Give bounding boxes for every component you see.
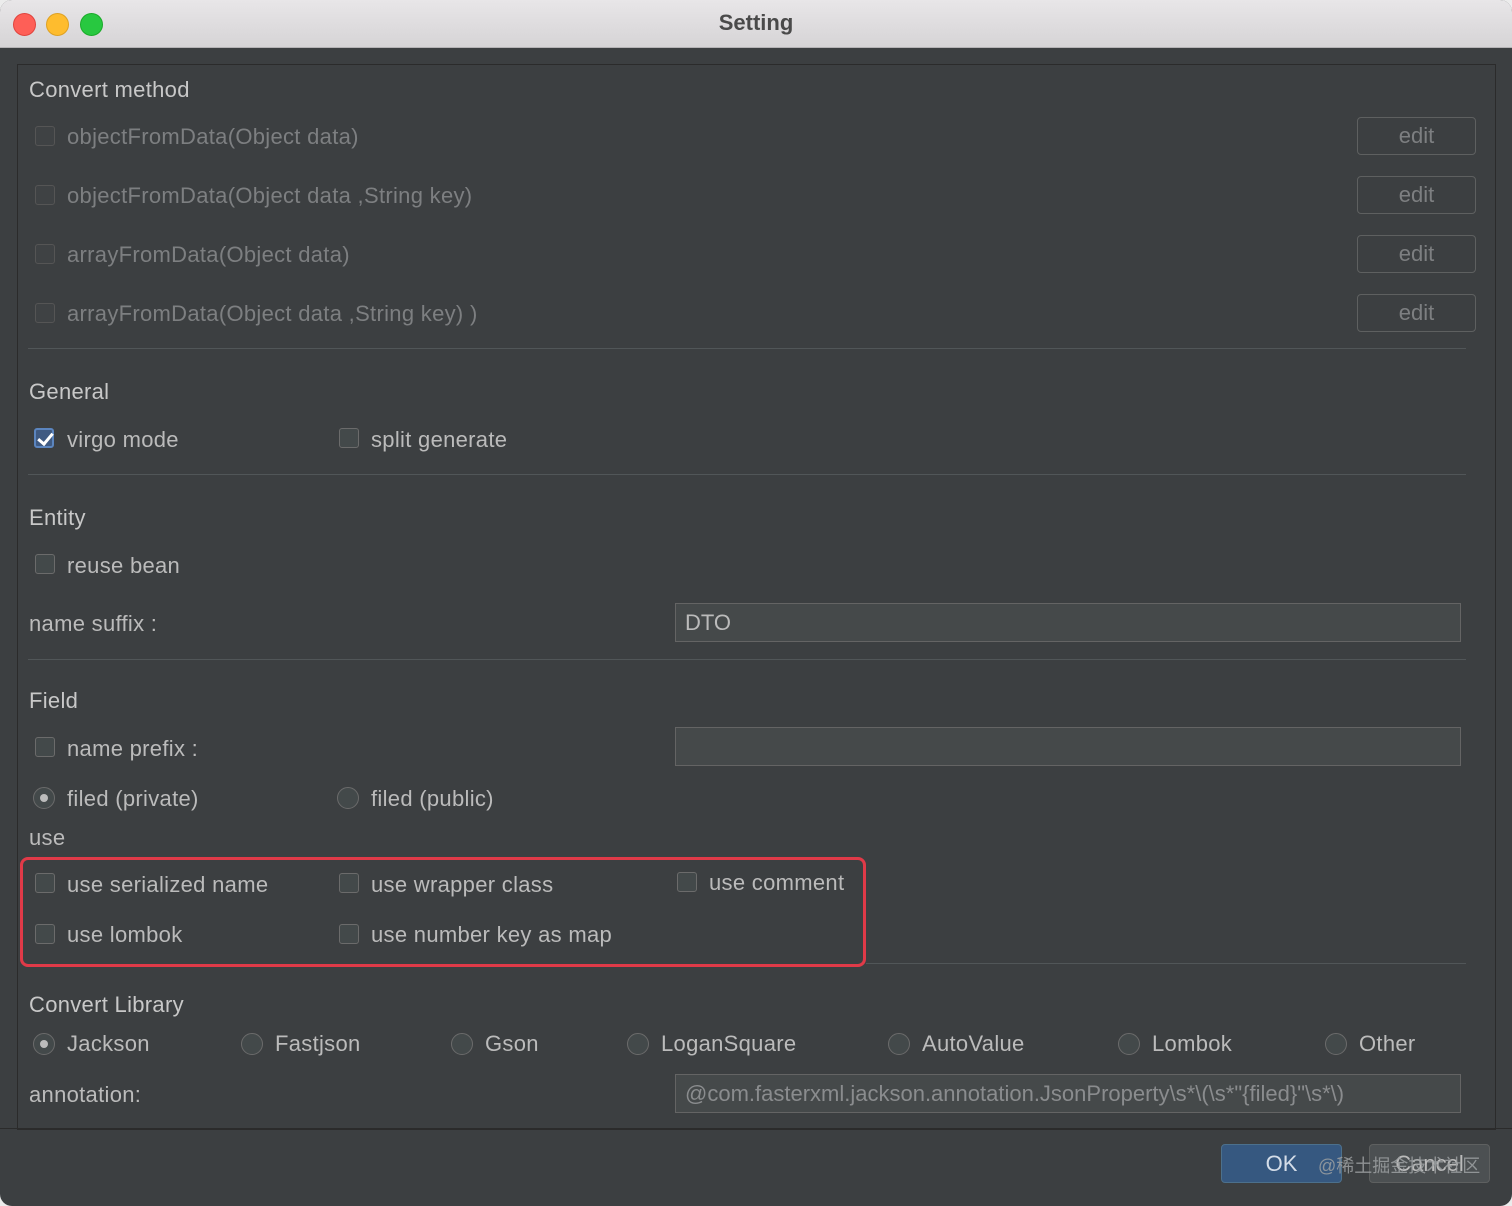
separator [28,659,1466,660]
edit-button-2[interactable]: edit [1357,176,1476,214]
convert-method-label-1: objectFromData(Object data) [67,124,359,149]
title-bar: Setting [0,0,1512,48]
setting-dialog: Setting Convert method objectFromData(Ob… [0,0,1512,1206]
name-prefix-checkbox[interactable] [35,737,55,757]
section-heading-general: General [29,379,110,404]
convert-method-label-2: objectFromData(Object data ,String key) [67,183,473,208]
library-label-jackson: Jackson [67,1031,150,1056]
window-title: Setting [718,10,794,35]
split-generate-checkbox[interactable] [339,428,359,448]
library-label-logansquare: LoganSquare [661,1031,797,1056]
watermark: @稀土掘金技术社区 [1318,1156,1481,1176]
library-label-lombok: Lombok [1152,1031,1233,1056]
convert-method-label-4: arrayFromData(Object data ,String key) ) [67,301,478,326]
convert-method-label-3: arrayFromData(Object data) [67,242,350,267]
separator [28,474,1466,475]
library-radio-logansquare[interactable] [627,1033,649,1055]
convert-method-checkbox-4[interactable] [35,303,55,323]
library-radio-other[interactable] [1325,1033,1347,1055]
edit-button-3[interactable]: edit [1357,235,1476,273]
library-radio-autovalue[interactable] [888,1033,910,1055]
section-heading-field: Field [29,688,79,713]
reuse-bean-label: reuse bean [67,553,181,578]
section-heading-entity: Entity [29,505,86,530]
annotation-input[interactable]: @com.fasterxml.jackson.annotation.JsonPr… [675,1074,1461,1113]
library-radio-lombok[interactable] [1118,1033,1140,1055]
convert-method-checkbox-2[interactable] [35,185,55,205]
library-label-autovalue: AutoValue [922,1031,1025,1056]
name-prefix-label: name prefix : [67,736,199,761]
name-suffix-label: name suffix : [29,611,158,636]
library-label-fastjson: Fastjson [275,1031,361,1056]
library-label-gson: Gson [485,1031,539,1056]
split-generate-label: split generate [371,427,508,452]
use-heading: use [29,825,66,850]
footer-divider [0,1128,1512,1129]
section-heading-convert-method: Convert method [29,77,190,102]
highlight-box [20,857,866,967]
annotation-label: annotation: [29,1082,142,1107]
convert-method-checkbox-1[interactable] [35,126,55,146]
name-prefix-input[interactable] [675,727,1461,766]
library-radio-fastjson[interactable] [241,1033,263,1055]
convert-method-checkbox-3[interactable] [35,244,55,264]
library-label-other: Other [1359,1031,1416,1056]
edit-button-1[interactable]: edit [1357,117,1476,155]
reuse-bean-checkbox[interactable] [35,554,55,574]
filed-private-label: filed (private) [67,786,199,811]
filed-private-radio[interactable] [33,787,55,809]
virgo-mode-checkbox[interactable] [34,428,54,448]
separator [866,963,1466,964]
name-suffix-input[interactable]: DTO [675,603,1461,642]
edit-button-4[interactable]: edit [1357,294,1476,332]
virgo-mode-label: virgo mode [67,427,179,452]
section-heading-convert-library: Convert Library [29,992,184,1017]
library-radio-gson[interactable] [451,1033,473,1055]
library-radio-jackson[interactable] [33,1033,55,1055]
filed-public-radio[interactable] [337,787,359,809]
separator [28,348,1466,349]
filed-public-label: filed (public) [371,786,494,811]
settings-panel [17,64,1496,1130]
